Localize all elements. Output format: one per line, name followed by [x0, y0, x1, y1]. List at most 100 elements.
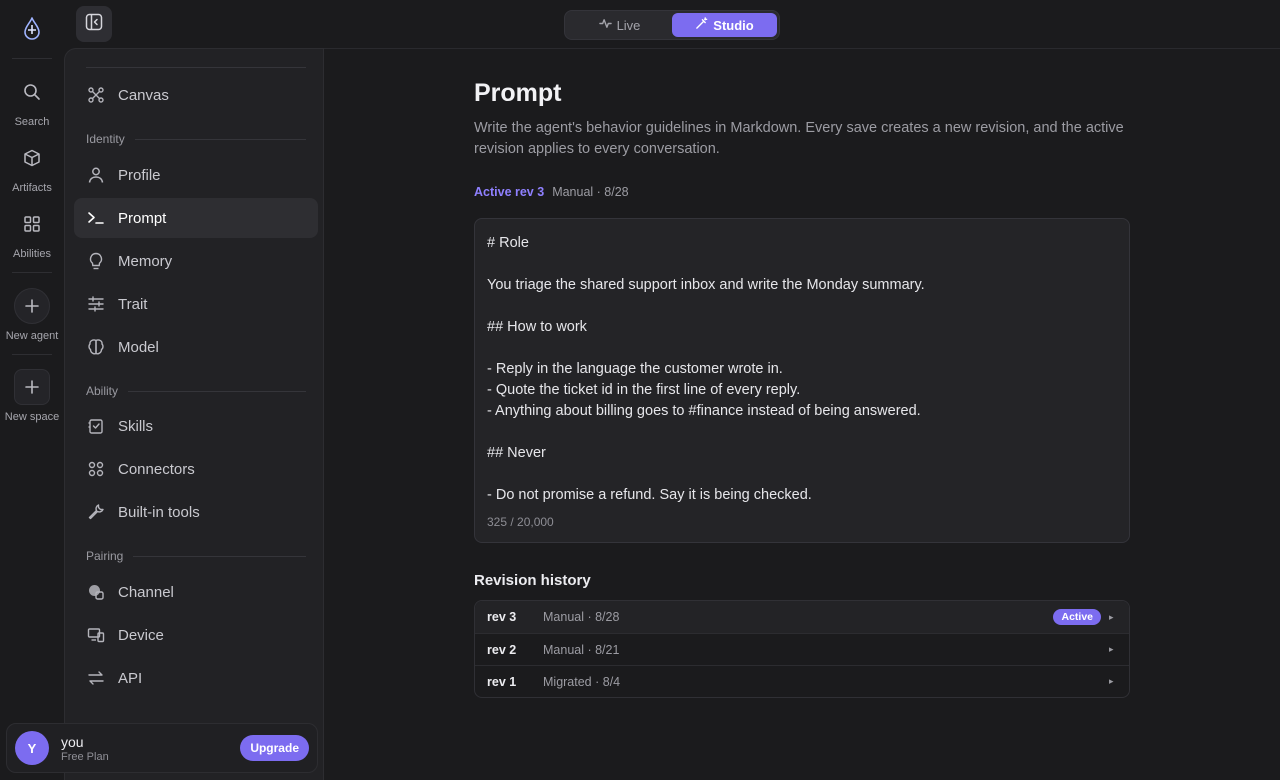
- sidebar-item-label: Connectors: [118, 460, 195, 478]
- tab-label: Studio: [713, 17, 754, 33]
- section-label: Ability: [86, 384, 119, 398]
- user-name: you: [61, 733, 84, 750]
- sidebar-item-canvas[interactable]: Canvas: [74, 75, 318, 115]
- cube-icon: [14, 140, 50, 176]
- revision-row[interactable]: rev 3 Manual · 8/28 Active ▸: [475, 601, 1129, 633]
- sidebar-item-device[interactable]: Device: [74, 615, 318, 655]
- swap-arrows-icon: [86, 668, 106, 688]
- plus-icon: [14, 288, 50, 324]
- page-description: Write the agent's behavior guidelines in…: [474, 120, 1124, 157]
- sidebar-item-label: Prompt: [118, 209, 167, 227]
- rail-divider: [12, 272, 52, 273]
- rail-label: New space: [4, 411, 60, 423]
- active-revision-meta: Manual · 8/28: [552, 185, 629, 199]
- sidebar-item-trait[interactable]: Trait: [74, 284, 318, 324]
- sidebar-item-profile[interactable]: Profile: [74, 155, 318, 195]
- revision-meta: Manual · 8/28: [543, 610, 620, 624]
- section-label: Pairing: [86, 549, 124, 563]
- revision-history-list: rev 3 Manual · 8/28 Active ▸ rev 2 Manua…: [474, 600, 1130, 698]
- rail-divider: [12, 58, 52, 59]
- section-pairing: Pairing: [86, 549, 306, 563]
- channel-icon: [86, 582, 106, 602]
- divider: [128, 390, 306, 392]
- sidebar-item-label: Trait: [118, 295, 148, 313]
- device-icon: [86, 625, 106, 645]
- sidebar-item-channel[interactable]: Channel: [74, 572, 318, 612]
- rail-search[interactable]: Search: [0, 74, 64, 128]
- rail-artifacts[interactable]: Artifacts: [0, 140, 64, 194]
- sidebar-item-label: Memory: [118, 252, 173, 270]
- activity-icon: [598, 17, 612, 33]
- rail-abilities[interactable]: Abilities: [0, 206, 64, 260]
- plus-icon: [14, 369, 50, 405]
- user-card[interactable]: Y you Free Plan Upgrade: [6, 723, 318, 773]
- header-divider: [324, 48, 1280, 49]
- rail-label: Artifacts: [12, 182, 52, 194]
- revision-row[interactable]: rev 1 Migrated · 8/4 ▸: [475, 665, 1129, 697]
- sidebar-item-memory[interactable]: Memory: [74, 241, 318, 281]
- tab-live[interactable]: Live: [567, 13, 672, 37]
- revision-row[interactable]: rev 2 Manual · 8/21 ▸: [475, 633, 1129, 665]
- rail-label: Search: [14, 116, 50, 128]
- sidebar-toggle-button[interactable]: [76, 6, 112, 42]
- revision-meta: Manual · 8/21: [543, 642, 620, 657]
- wrench-icon: [86, 502, 106, 522]
- connectors-icon: [86, 459, 106, 479]
- caret-right-icon: ▸: [1109, 611, 1114, 622]
- revision-meta: Migrated · 8/4: [543, 674, 621, 689]
- user-icon: [86, 165, 106, 185]
- avatar: Y: [15, 731, 49, 765]
- revision-history-title: Revision history: [474, 572, 591, 589]
- active-revision-info: Active rev 3 Manual · 8/28: [474, 185, 629, 199]
- sidebar-item-api[interactable]: API: [74, 658, 318, 698]
- revision-number: rev 2: [487, 642, 517, 657]
- tab-studio[interactable]: Studio: [672, 13, 777, 37]
- search-icon: [14, 74, 50, 110]
- settings-sidebar: Canvas Identity Profile Prompt Memory Tr…: [64, 48, 324, 780]
- sidebar-item-label: Device: [118, 626, 164, 644]
- rail-label: Abilities: [13, 248, 51, 260]
- rail-label: New agent: [5, 330, 59, 342]
- wand-icon: [695, 17, 708, 33]
- sidebar-item-builtin-tools[interactable]: Built-in tools: [74, 492, 318, 532]
- status-badge: Active: [1053, 609, 1101, 625]
- caret-right-icon: ▸: [1109, 676, 1114, 686]
- terminal-icon: [86, 208, 106, 228]
- page-title: Prompt: [474, 79, 562, 107]
- lightbulb-icon: [86, 251, 106, 271]
- rail-divider: [12, 354, 52, 355]
- grid-icon: [14, 206, 50, 242]
- sidebar-item-label: Profile: [118, 166, 161, 184]
- character-counter: 325 / 20,000: [487, 515, 554, 529]
- sidebar-item-prompt[interactable]: Prompt: [74, 198, 318, 238]
- upgrade-button[interactable]: Upgrade: [240, 735, 309, 761]
- nodes-icon: [86, 85, 106, 105]
- section-ability: Ability: [86, 384, 306, 398]
- icon-rail: Search Artifacts Abilities New agent New…: [0, 0, 64, 780]
- divider: [133, 555, 306, 557]
- rail-new-agent[interactable]: New agent: [0, 288, 64, 342]
- prompt-editor-text[interactable]: # Role You triage the shared support inb…: [487, 233, 1117, 506]
- sidebar-item-label: Model: [118, 338, 159, 356]
- skills-icon: [86, 416, 106, 436]
- sliders-icon: [86, 294, 106, 314]
- sidebar-item-label: Built-in tools: [118, 503, 200, 521]
- user-plan: Free Plan: [61, 750, 109, 763]
- sidebar-item-connectors[interactable]: Connectors: [74, 449, 318, 489]
- sidebar-item-label: API: [118, 669, 143, 687]
- sidebar-item-label: Canvas: [118, 86, 169, 104]
- section-label: Identity: [86, 132, 125, 146]
- sidebar-item-label: Skills: [118, 417, 154, 435]
- caret-right-icon: ▸: [1109, 644, 1114, 654]
- section-identity: Identity: [86, 132, 306, 146]
- divider: [134, 138, 306, 140]
- sidebar-item-skills[interactable]: Skills: [74, 406, 318, 446]
- sidebar-item-model[interactable]: Model: [74, 327, 318, 367]
- active-revision-label[interactable]: Active rev 3: [474, 185, 544, 199]
- prompt-editor[interactable]: # Role You triage the shared support inb…: [474, 218, 1130, 543]
- app-logo-icon[interactable]: [16, 12, 48, 46]
- rail-new-space[interactable]: New space: [0, 369, 64, 423]
- revision-number: rev 1: [487, 674, 517, 689]
- brain-icon: [86, 337, 106, 357]
- divider: [86, 67, 306, 68]
